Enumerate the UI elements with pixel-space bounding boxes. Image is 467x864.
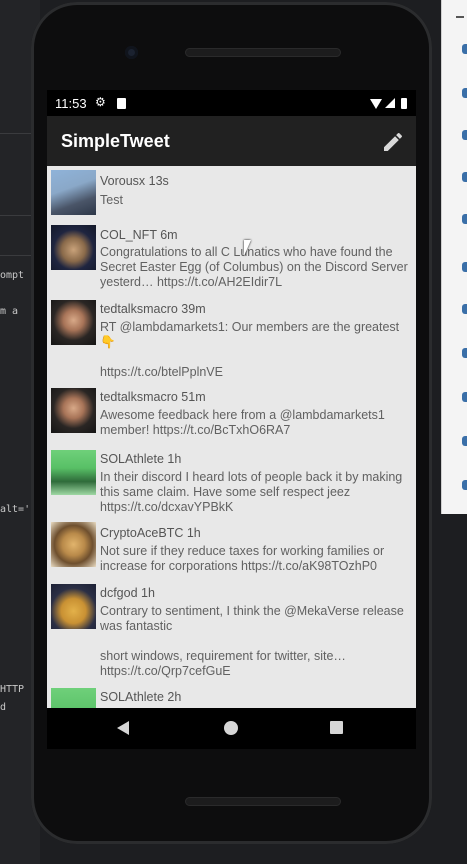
avatar[interactable] <box>51 300 96 345</box>
earpiece-speaker <box>185 48 341 57</box>
emulator-side-toolbar <box>441 0 467 514</box>
tweet-item[interactable]: COL_NFT 6m Congratulations to all C Luna… <box>47 222 416 294</box>
back-icon[interactable] <box>117 721 129 735</box>
tweet-age: 1h <box>141 586 155 600</box>
recents-icon[interactable] <box>330 721 343 734</box>
toolbar-icon[interactable] <box>462 88 467 98</box>
toolbar-icon[interactable] <box>462 44 467 54</box>
tweet-header: SOLAthlete 1h <box>100 452 181 466</box>
mouse-cursor <box>244 240 251 256</box>
toolbar-icon[interactable] <box>462 480 467 490</box>
toolbar-icon[interactable] <box>462 130 467 140</box>
tweet-header: tedtalksmacro 51m <box>100 390 206 404</box>
app-bar: SimpleTweet <box>47 116 416 166</box>
toolbar-icon[interactable] <box>462 172 467 182</box>
avatar[interactable] <box>51 225 96 270</box>
tweet-username[interactable]: dcfgod <box>100 586 138 600</box>
app-title: SimpleTweet <box>61 131 170 151</box>
settings-icon: ⚙ <box>95 95 106 109</box>
front-camera <box>125 46 138 59</box>
tweet-item[interactable]: dcfgod 1h Contrary to sentiment, I think… <box>47 582 416 684</box>
bottom-speaker <box>185 797 341 806</box>
minimize-icon[interactable] <box>456 16 464 18</box>
tweet-body: Test <box>100 193 123 207</box>
avatar[interactable] <box>51 522 96 567</box>
ide-code-line: d <box>0 702 7 713</box>
tweet-item[interactable]: tedtalksmacro 51m Awesome feedback here … <box>47 384 416 444</box>
tweet-item[interactable]: SOLAthlete 1h In their discord I heard l… <box>47 446 416 518</box>
ide-code-line: ompt <box>0 270 25 281</box>
tweet-header: tedtalksmacro 39m <box>100 302 206 316</box>
avatar[interactable] <box>51 450 96 495</box>
navigation-bar <box>47 708 416 749</box>
tweet-username[interactable]: tedtalksmacro <box>100 390 178 404</box>
desktop-stage: ompt m a alt=' HTTP d 11:53 ⚙ SimpleTwee… <box>0 0 467 864</box>
tweet-header: COL_NFT 6m <box>100 228 178 242</box>
tweet-header: Vorousx 13s <box>100 174 169 188</box>
tweet-body: In their discord I heard lots of people … <box>100 470 403 514</box>
avatar[interactable] <box>51 688 96 708</box>
tweet-age: 1h <box>167 452 182 466</box>
tweet-username[interactable]: SOLAthlete <box>100 690 164 704</box>
tweet-body: Congratulations to all C Lunatics who ha… <box>100 245 408 289</box>
wifi-icon <box>370 99 382 109</box>
status-time: 11:53 <box>55 96 87 111</box>
tweet-header: dcfgod 1h <box>100 586 155 600</box>
ide-code-line: m a <box>0 306 19 317</box>
tweet-age: 1h <box>186 526 201 540</box>
tweet-item[interactable]: tedtalksmacro 39m RT @lambdamarkets1: Ou… <box>47 296 416 382</box>
signal-icon <box>385 98 395 108</box>
home-icon[interactable] <box>224 721 238 735</box>
tweet-item[interactable]: SOLAthlete 2h <box>47 686 416 708</box>
sd-card-icon <box>117 98 126 109</box>
toolbar-icon[interactable] <box>462 348 467 358</box>
toolbar-icon[interactable] <box>462 436 467 446</box>
tweet-username[interactable]: Vorousx <box>100 174 145 188</box>
tweet-age: 39m <box>181 302 206 316</box>
tweet-age: 2h <box>167 690 182 704</box>
toolbar-icon[interactable] <box>462 214 467 224</box>
compose-icon[interactable] <box>381 130 405 154</box>
tweet-timeline[interactable]: Vorousx 13s Test COL_NFT 6m Congratulati… <box>47 166 416 708</box>
tweet-body: Awesome feedback here from a @lambdamark… <box>100 408 385 437</box>
tweet-item[interactable]: Vorousx 13s Test <box>47 166 416 218</box>
toolbar-icon[interactable] <box>462 304 467 314</box>
tweet-body: RT @lambdamarkets1: Our members are the … <box>100 320 400 379</box>
tweet-age: 13s <box>148 174 169 188</box>
tweet-body: Contrary to sentiment, I think the @Meka… <box>100 604 404 678</box>
status-bar: 11:53 ⚙ <box>47 90 416 116</box>
battery-icon <box>401 98 407 109</box>
tweet-age: 6m <box>160 228 178 242</box>
avatar[interactable] <box>51 388 96 433</box>
avatar[interactable] <box>51 584 96 629</box>
toolbar-icon[interactable] <box>462 392 467 402</box>
tweet-header: CryptoAceBTC 1h <box>100 526 201 540</box>
tweet-item[interactable]: CryptoAceBTC 1h Not sure if they reduce … <box>47 522 416 580</box>
ide-code-line: HTTP <box>0 684 25 695</box>
tweet-header: SOLAthlete 2h <box>100 690 181 704</box>
avatar[interactable] <box>51 170 96 215</box>
tweet-username[interactable]: COL_NFT <box>100 228 157 242</box>
tweet-age: 51m <box>181 390 206 404</box>
tweet-username[interactable]: SOLAthlete <box>100 452 164 466</box>
tweet-username[interactable]: tedtalksmacro <box>100 302 178 316</box>
ide-code-line: alt=' <box>0 504 31 515</box>
phone-screen: 11:53 ⚙ SimpleTweet Vorousx 13s Test COL… <box>47 90 416 749</box>
tweet-username[interactable]: CryptoAceBTC <box>100 526 183 540</box>
tweet-body: Not sure if they reduce taxes for workin… <box>100 544 385 573</box>
toolbar-icon[interactable] <box>462 262 467 272</box>
